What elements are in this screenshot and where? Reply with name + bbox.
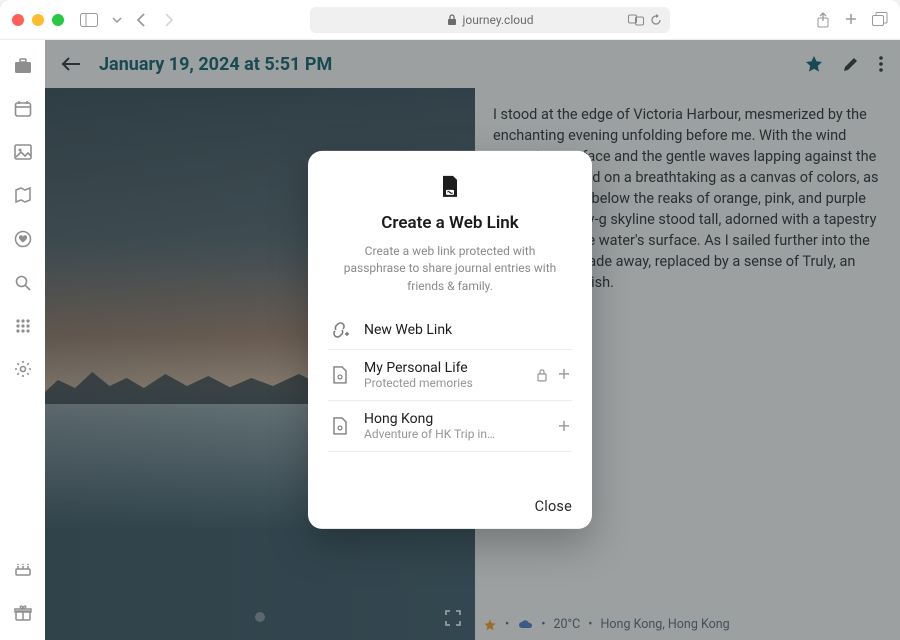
- new-weblink-label: New Web Link: [364, 322, 570, 338]
- modal-title: Create a Web Link: [328, 213, 572, 233]
- add-icon[interactable]: [558, 368, 570, 382]
- close-window-button[interactable]: [12, 14, 24, 26]
- new-weblink-row[interactable]: New Web Link: [328, 311, 572, 350]
- minimize-window-button[interactable]: [32, 14, 44, 26]
- address-host: journey.cloud: [463, 13, 534, 27]
- fullscreen-window-button[interactable]: [52, 14, 64, 26]
- document-link-icon: [440, 175, 460, 199]
- link-plus-icon: [330, 321, 350, 339]
- image-icon[interactable]: [14, 144, 32, 160]
- address-right-icons: [628, 14, 662, 26]
- weblink-item-title: My Personal Life: [364, 360, 522, 376]
- add-icon[interactable]: [558, 420, 570, 432]
- calendar-icon[interactable]: [14, 100, 32, 118]
- weblink-item-row[interactable]: Hong Kong Adventure of HK Trip in…: [328, 401, 572, 452]
- weblink-item-subtitle: Protected memories: [364, 376, 522, 390]
- window-traffic-lights: [12, 14, 64, 26]
- briefcase-icon[interactable]: [14, 58, 32, 74]
- tabs-icon[interactable]: [872, 12, 888, 28]
- lock-icon: [536, 368, 548, 382]
- weblink-item-row[interactable]: My Personal Life Protected memories: [328, 350, 572, 401]
- forward-icon[interactable]: [162, 13, 174, 27]
- address-bar-wrap: journey.cloud: [174, 7, 806, 33]
- document-icon: [330, 417, 350, 435]
- gear-icon[interactable]: [14, 360, 32, 378]
- map-icon[interactable]: [14, 186, 32, 204]
- content-area: January 19, 2024 at 5:51 PM I stood a: [0, 40, 900, 640]
- back-icon[interactable]: [136, 13, 148, 27]
- close-button[interactable]: Close: [535, 498, 572, 515]
- cake-icon[interactable]: [14, 560, 32, 578]
- search-icon[interactable]: [14, 274, 32, 292]
- create-weblink-modal: Create a Web Link Create a web link prot…: [308, 151, 592, 529]
- browser-window: journey.cloud: [0, 0, 900, 640]
- document-icon: [330, 366, 350, 384]
- heart-icon[interactable]: [14, 230, 32, 248]
- browser-chrome: journey.cloud: [0, 0, 900, 40]
- new-tab-icon[interactable]: [844, 12, 858, 28]
- app-sidebar: [0, 40, 45, 640]
- share-icon[interactable]: [816, 12, 830, 28]
- translate-icon[interactable]: [628, 14, 644, 26]
- address-bar[interactable]: journey.cloud: [310, 7, 670, 33]
- weblink-item-subtitle: Adventure of HK Trip in…: [364, 427, 544, 441]
- modal-description: Create a web link protected with passphr…: [328, 243, 572, 295]
- lock-icon: [447, 14, 457, 26]
- weblink-item-title: Hong Kong: [364, 411, 544, 427]
- chevron-down-icon[interactable]: [112, 15, 122, 25]
- reload-icon[interactable]: [650, 14, 662, 26]
- sidebar-toggle-icon[interactable]: [80, 13, 98, 27]
- apps-icon[interactable]: [15, 318, 31, 334]
- browser-controls: [80, 13, 174, 27]
- browser-right: [816, 12, 888, 28]
- gift-icon[interactable]: [14, 604, 32, 622]
